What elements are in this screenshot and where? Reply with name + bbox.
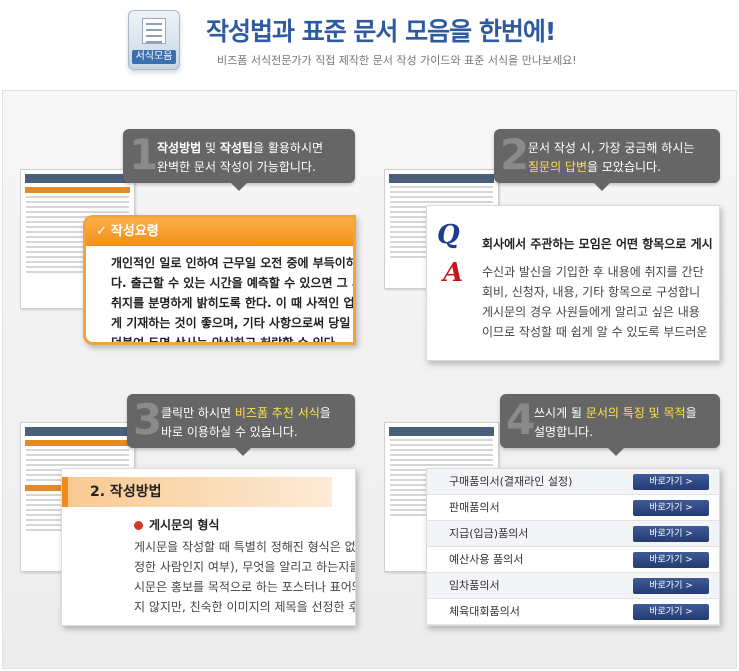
section-1: 1 작성방법 및 작성팁을 활용하시면 완벽한 문서 작성이 가능합니다. ✓ 작… [3,91,370,376]
bubble-text-3: 설명합니다. [534,425,594,439]
bubble-text-1: 및 [201,141,220,155]
text-line: 덧붙여 두면 상사는 안심하고 허락할 수 있다. [111,336,340,345]
form-name: 판매품의서 [449,501,500,514]
writing-tip-card: ✓ 작성요령 개인적인 일로 인하여 근무일 오전 중에 부득이하 다. 출근할 … [83,215,356,345]
text-line: 게시문을 작성할 때 특별히 정해진 형식은 없지만 [134,540,356,554]
page-title: 작성법과 표준 문서 모음을 한번에! [206,17,556,46]
list-item: 임차품의서 바로가기 > [427,573,719,599]
card-title: 작성요령 [110,224,159,239]
sub-title-text: 게시문의 형식 [149,518,220,532]
answer-line: 게시문의 경우 사원들에게 알리고 싶은 내용 [482,305,700,319]
list-item: 판매품의서 바로가기 > [427,495,719,521]
answer-line: 이므로 작성할 때 쉽게 알 수 있도록 부드러운 [482,325,708,339]
form-name: 체육대회품의서 [449,605,520,618]
section-3: 3 클릭만 하시면 비즈폼 추천 서식을 바로 이용하실 수 있습니다. 2. … [3,376,370,668]
text-line: 취지를 분명하게 밝히도록 한다. 이 때 사적인 업 [111,296,355,310]
go-button[interactable]: 바로가기 > [633,578,709,594]
step-number: 3 [133,395,163,444]
check-icon: ✓ [96,224,107,239]
text-line: 개인적인 일로 인하여 근무일 오전 중에 부득이하 [111,256,356,270]
question-icon: Q [437,220,460,250]
step-1-bubble: 1 작성방법 및 작성팁을 활용하시면 완벽한 문서 작성이 가능합니다. [123,129,355,191]
bubble-text-2: 을 활용하시면 [252,141,324,155]
answer-line: 수신과 발신을 기입한 후 내용에 취지를 간단 [482,265,704,279]
text-line: 게 기재하는 것이 좋으며, 기타 사항으로써 당일 [111,316,351,330]
step-number: 4 [506,395,536,444]
form-list: 구매품의서(결재라인 설정) 바로가기 > 판매품의서 바로가기 > 지급(입금)품… [426,468,720,626]
icon-label: 서식모음 [132,50,176,64]
sub-title: 게시문의 형식 [134,516,219,533]
bubble-text-2: 을 [685,406,697,420]
text-line: 시문은 홍보를 목적으로 하는 포스터나 표어와는 [134,580,356,594]
bubble-text-2: 을 모았습니다. [587,160,661,174]
bubble-text-1: 클릭만 하시면 [161,406,235,420]
bubble-bold-1: 작성방법 [157,141,202,155]
form-name: 임차품의서 [449,579,500,592]
list-item: 체육대회품의서 바로가기 > [427,599,719,625]
go-button[interactable]: 바로가기 > [633,526,709,542]
form-name: 구매품의서(결재라인 설정) [449,475,573,488]
go-button[interactable]: 바로가기 > [633,604,709,620]
feature-panel: 1 작성방법 및 작성팁을 활용하시면 완벽한 문서 작성이 가능합니다. ✓ 작… [2,90,737,669]
bubble-text-3: 완벽한 문서 작성이 가능합니다. [157,160,316,174]
step-number: 1 [129,130,159,179]
form-name: 지급(입금)품의서 [449,527,529,540]
bubble-text-1: 문서 작성 시, 가장 궁금해 하시는 [528,141,695,155]
list-item: 구매품의서(결재라인 설정) 바로가기 > [427,469,719,495]
bubble-highlight: 질문의 답변 [528,160,588,174]
bubble-bold-2: 작성팁 [219,141,253,155]
question-text: 회사에서 주관하는 모임은 어떤 항목으로 게시 [482,237,713,251]
qa-card: Q A 회사에서 주관하는 모임은 어떤 항목으로 게시 수신과 발신을 기입한… [426,205,720,361]
section-title: 2. 작성방법 [62,477,332,507]
go-button[interactable]: 바로가기 > [633,552,709,568]
bubble-text-1: 쓰시게 될 [534,406,586,420]
go-button[interactable]: 바로가기 > [633,500,709,516]
step-3-bubble: 3 클릭만 하시면 비즈폼 추천 서식을 바로 이용하실 수 있습니다. [127,394,355,456]
text-line: 지 않지만, 친숙한 이미지의 제목을 선정한 후에 [134,600,356,614]
text-line: 정한 사람인지 여부), 무엇을 알리고 하는지를 [134,560,356,574]
step-4-bubble: 4 쓰시게 될 문서의 특징 및 목적을 설명합니다. [500,394,720,456]
bullet-icon [134,521,143,530]
bubble-text-3: 바로 이용하실 수 있습니다. [161,425,298,439]
writing-method-card: 2. 작성방법 게시문의 형식 게시문을 작성할 때 특별히 정해진 형식은 없… [61,468,356,626]
bubble-text-2: 을 [319,406,331,420]
list-item: 예산사용 품의서 바로가기 > [427,547,719,573]
section-4: 4 쓰시게 될 문서의 특징 및 목적을 설명합니다. 구매품의서(결재라인 설… [370,376,737,668]
go-button[interactable]: 바로가기 > [633,474,709,490]
bubble-highlight: 문서의 특징 및 목적 [585,406,686,420]
list-item: 지급(입금)품의서 바로가기 > [427,521,719,547]
step-2-bubble: 2 문서 작성 시, 가장 궁금해 하시는 질문의 답변을 모았습니다. [494,129,720,191]
answer-line: 회비, 신청자, 내용, 기타 항목으로 구성합니 [482,285,701,299]
text-line: 다. 출근할 수 있는 시간을 예측할 수 있으면 그 시 [111,276,356,290]
section-2: 2 문서 작성 시, 가장 궁금해 하시는 질문의 답변을 모았습니다. Q A… [370,91,737,376]
page-subtitle: 비즈폼 서식전문가가 직접 제작한 문서 작성 가이드와 표준 서식을 만나보세… [217,54,577,67]
step-number: 2 [500,130,530,179]
doc-collection-icon: 서식모음 [128,10,180,70]
bubble-highlight: 비즈폼 추천 서식 [234,406,320,420]
answer-icon: A [443,258,464,288]
form-name: 예산사용 품의서 [449,553,524,566]
